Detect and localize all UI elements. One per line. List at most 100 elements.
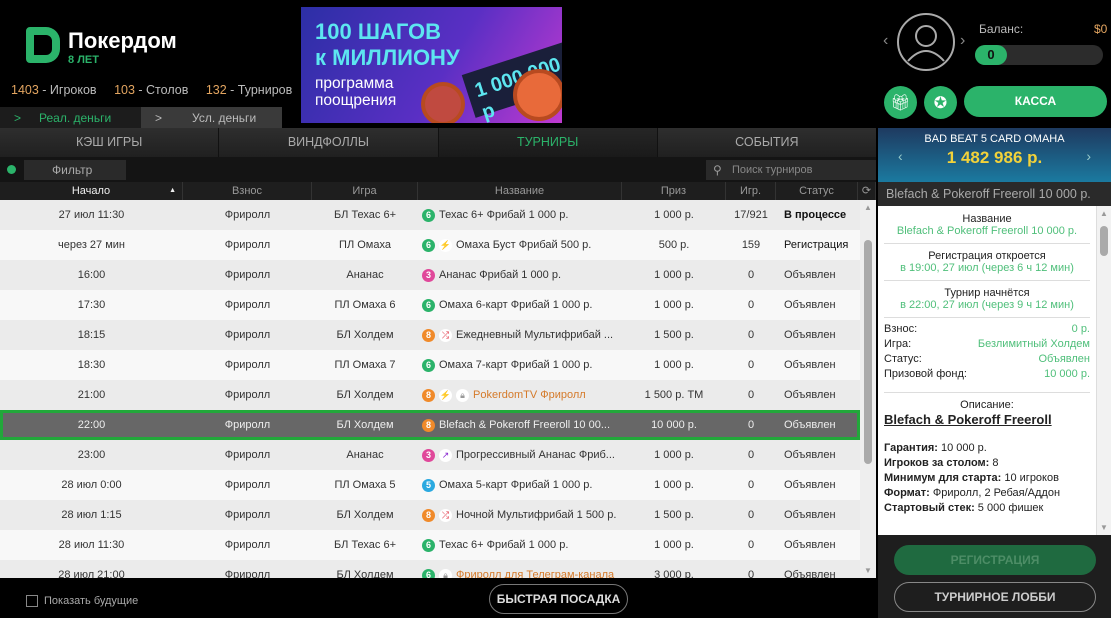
seats-badge: 3: [422, 268, 435, 282]
table-row[interactable]: 22:00 Фриролл БЛ Холдем 8 Blefach & Pokeroff…: [0, 410, 860, 440]
gift-button[interactable]: 🎁︎: [884, 86, 917, 119]
chevron-left-icon[interactable]: ‹: [898, 148, 903, 164]
cell-status: Регистрация: [784, 239, 849, 251]
tournament-lobby-button[interactable]: ТУРНИРНОЕ ЛОББИ: [894, 582, 1096, 612]
column-header-start[interactable]: Начало ▲: [0, 182, 183, 200]
table-scrollbar[interactable]: ▲ ▼: [860, 200, 876, 578]
cell-players: 0: [747, 419, 755, 431]
tournament-name: Фриролл для Телеграм-канала: [456, 569, 615, 578]
table-row[interactable]: 28 июл 0:00 Фриролл ПЛ Омаха 5 5 Омаха 5-кар…: [0, 470, 860, 500]
detail-buyin: Взнос: 0 р.: [884, 323, 1090, 335]
tournament-name: PokerdomTV Фриролл: [473, 389, 586, 401]
cell-buyin: Фриролл: [224, 299, 271, 311]
cell-game: ПЛ Омаха 6: [334, 299, 396, 311]
table-row[interactable]: 21:00 Фриролл БЛ Холдем 8 ⚡ 🔒︎ PokerdomTV Фрир…: [0, 380, 860, 410]
quick-seat-button[interactable]: БЫСТРАЯ ПОСАДКА: [489, 584, 628, 614]
jackpot-banner: ‹ BAD BEAT 5 CARD OMAHA 1 482 986 р. ›: [878, 128, 1111, 182]
cell-players: 0: [747, 389, 755, 401]
chevron-right-icon: >: [14, 110, 22, 125]
table-row[interactable]: 18:30 Фриролл ПЛ Омаха 7 6 Омаха 7-карт Фриб…: [0, 350, 860, 380]
cell-prize: 1 000 р.: [654, 269, 694, 281]
details-scrollbar[interactable]: ▲ ▼: [1096, 206, 1111, 535]
cell-players: 0: [747, 269, 755, 281]
cell-prize: 1 000 р.: [654, 479, 694, 491]
table-row[interactable]: 17:30 Фриролл ПЛ Омаха 6 6 Омаха 6-карт Фриб…: [0, 290, 860, 320]
cell-status: Объявлен: [784, 449, 836, 461]
chip-image: [513, 69, 562, 121]
cell-name: 3 Ананас Фрибай 1 000 р.: [418, 268, 622, 282]
cell-start: через 27 мин: [57, 239, 125, 251]
column-header-players[interactable]: Игр.: [726, 182, 776, 200]
table-row[interactable]: 28 июл 11:30 Фриролл БЛ Техас 6+ 6 Техас 6+ …: [0, 530, 860, 560]
cell-start: 22:00: [77, 419, 106, 431]
promo-banner[interactable]: 1 000 000 р 100 ШАГОВ к МИЛЛИОНУ программ…: [301, 7, 562, 123]
table-row[interactable]: 23:00 Фриролл Ананас 3 ↗ Прогрессивный Ананас…: [0, 440, 860, 470]
register-button[interactable]: РЕГИСТРАЦИЯ: [894, 545, 1096, 575]
lightning-icon: ⚡: [439, 388, 452, 402]
column-header-name[interactable]: Название: [418, 182, 622, 200]
cell-status: Объявлен: [784, 539, 836, 551]
cell-status: Объявлен: [784, 509, 836, 521]
cell-players: 0: [747, 359, 755, 371]
column-header-prize[interactable]: Приз: [622, 182, 726, 200]
detail-section-name: Название Blefach & Pokeroff Freeroll 10 0…: [884, 211, 1090, 244]
cell-prize: 1 500 р.: [654, 509, 694, 521]
cell-prize: 10 000 р.: [651, 419, 697, 431]
column-header-game[interactable]: Игра: [312, 182, 418, 200]
chevron-right-icon: >: [155, 110, 163, 125]
show-future-checkbox[interactable]: Показать будущие: [26, 595, 138, 607]
tab-windfalls[interactable]: ВИНДФОЛЛЫ: [219, 128, 438, 157]
tab-tournaments[interactable]: ТУРНИРЫ: [438, 128, 657, 157]
cell-players: 0: [747, 449, 755, 461]
table-row[interactable]: 27 июл 11:30 Фриролл БЛ Техас 6+ 6 Техас 6+ …: [0, 200, 860, 230]
avatar[interactable]: [897, 13, 955, 71]
tournament-name: Техас 6+ Фрибай 1 000 р.: [439, 539, 569, 551]
chevron-right-icon[interactable]: ›: [1086, 148, 1091, 164]
tab-cash-games[interactable]: КЭШ ИГРЫ: [0, 128, 219, 157]
filter-button[interactable]: Фильтр: [24, 160, 126, 180]
table-row[interactable]: 28 июл 21:00 Фриролл БЛ Холдем 6 🔒︎ Фриролл д…: [0, 560, 860, 578]
tab-play-money[interactable]: > Усл. деньги: [141, 107, 282, 128]
cashier-button[interactable]: КАССА: [964, 86, 1107, 117]
chevron-left-icon[interactable]: ‹: [883, 32, 888, 50]
cell-buyin: Фриролл: [224, 539, 271, 551]
cell-buyin: Фриролл: [224, 449, 271, 461]
logo-mark-icon: [26, 27, 60, 63]
tab-events[interactable]: СОБЫТИЯ: [657, 128, 876, 157]
cell-players: 0: [747, 299, 755, 311]
column-header-buyin[interactable]: Взнос: [183, 182, 312, 200]
cell-prize: 1 000 р.: [654, 209, 694, 221]
description-label: Описание:: [884, 392, 1090, 411]
cell-buyin: Фриролл: [224, 479, 271, 491]
table-row[interactable]: через 27 мин Фриролл ПЛ Омаха 6 ⚡ Омаха Буст …: [0, 230, 860, 260]
cell-prize: 500 р.: [658, 239, 690, 251]
refresh-icon[interactable]: ⟳: [858, 182, 876, 200]
tab-real-money[interactable]: > Реал. деньги: [0, 107, 141, 128]
cell-buyin: Фриролл: [224, 389, 271, 401]
table-row[interactable]: 28 июл 1:15 Фриролл БЛ Холдем 8 ⤮ Ночной Муль…: [0, 500, 860, 530]
cell-buyin: Фриролл: [224, 569, 271, 578]
cell-start: 27 июл 11:30: [58, 209, 125, 221]
cell-start: 18:30: [77, 359, 106, 371]
cell-name: 6 Техас 6+ Фрибай 1 000 р.: [418, 208, 622, 222]
balance-value: $0: [1094, 22, 1108, 36]
cell-prize: 3 000 р.: [654, 569, 694, 578]
cell-name: 6 ⚡ Омаха Буст Фрибай 500 р.: [418, 238, 622, 252]
tournament-table: 27 июл 11:30 Фриролл БЛ Техас 6+ 6 Техас 6+ …: [0, 200, 860, 578]
cell-players: 0: [747, 569, 755, 578]
rewards-button[interactable]: ✪: [924, 86, 957, 119]
lock-icon: 🔒︎: [439, 568, 452, 578]
column-header-status[interactable]: Статус: [776, 182, 858, 200]
cell-start: 28 июл 0:00: [61, 479, 122, 491]
lock-icon: 🔒︎: [456, 388, 469, 402]
search-input[interactable]: ⚲ Поиск турниров: [706, 160, 876, 180]
banner-subline: программа поощрения: [315, 75, 397, 109]
cell-name: 6 Омаха 6-карт Фрибай 1 000 р.: [418, 298, 622, 312]
logo: Покердом 8 ЛЕТ: [24, 24, 194, 74]
cell-start: 17:30: [77, 299, 106, 311]
table-row[interactable]: 18:15 Фриролл БЛ Холдем 8 ⤮ Ежедневный Мульти…: [0, 320, 860, 350]
chevron-right-icon[interactable]: ›: [960, 32, 965, 50]
cell-game: БЛ Холдем: [336, 419, 394, 431]
table-row[interactable]: 16:00 Фриролл Ананас 3 Ананас Фрибай 1 000 р…: [0, 260, 860, 290]
cell-players: 0: [747, 479, 755, 491]
